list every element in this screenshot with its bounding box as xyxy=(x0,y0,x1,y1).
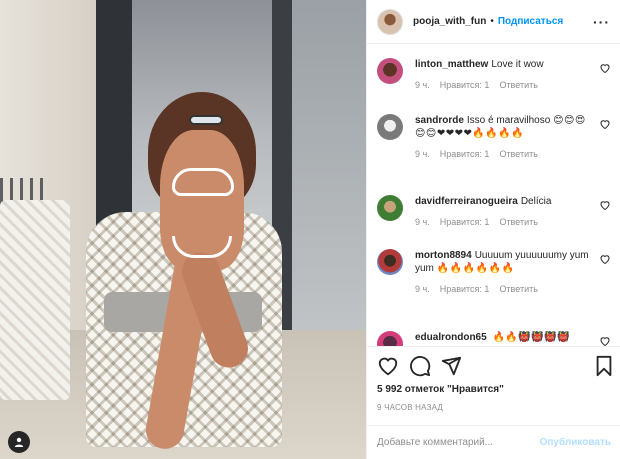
person-icon xyxy=(14,437,24,447)
like-comment-heart-icon[interactable] xyxy=(599,118,611,130)
comment-body: davidferreiranogueira Delícia xyxy=(415,195,593,208)
comment-input[interactable] xyxy=(377,437,540,448)
photo-wicker-table xyxy=(0,200,70,400)
comment-username[interactable]: linton_matthew xyxy=(415,59,488,70)
comment-likes[interactable]: Нравится: 1 xyxy=(440,217,490,227)
commenter-avatar[interactable] xyxy=(377,331,403,346)
commenter-avatar[interactable] xyxy=(377,114,403,140)
reply-button[interactable]: Ответить xyxy=(499,284,537,294)
follow-button[interactable]: Подписаться xyxy=(498,16,563,27)
comment-likes[interactable]: Нравится: 1 xyxy=(440,284,490,294)
like-comment-heart-icon[interactable] xyxy=(599,199,611,211)
like-comment-heart-icon[interactable] xyxy=(599,253,611,265)
comment-text: Isso é maravilhoso xyxy=(466,115,551,126)
comment-emoji: 🔥🔥🔥🔥🔥🔥 xyxy=(436,263,515,274)
photo-sunglasses xyxy=(189,115,223,125)
comment-meta: 9 ч. Нравится: 1 Ответить xyxy=(415,217,613,227)
heart-icon[interactable] xyxy=(377,355,399,377)
comment-likes[interactable]: Нравится: 1 xyxy=(440,80,490,90)
comment-emoji: 🔥🔥👹👹👹👹 xyxy=(492,332,571,343)
like-comment-heart-icon[interactable] xyxy=(599,335,611,346)
comment-item: sandrorde Isso é maravilhoso 😊😊😍😊😊❤❤❤❤🔥🔥🔥… xyxy=(377,114,613,159)
comment-time: 9 ч. xyxy=(415,80,430,90)
comment-body: linton_matthew Love it wow xyxy=(415,58,593,71)
comment-item: edualrondon65 🔥🔥👹👹👹👹 xyxy=(377,331,613,346)
comment-item: linton_matthew Love it wow 9 ч. Нравится:… xyxy=(377,58,613,90)
publish-button[interactable]: Опубликовать xyxy=(540,437,611,448)
reply-button[interactable]: Ответить xyxy=(499,149,537,159)
action-icons-bar xyxy=(377,355,613,379)
post-timestamp: 9 ЧАСОВ НАЗАД xyxy=(377,403,444,412)
comment-username[interactable]: morton8894 xyxy=(415,250,472,261)
commenter-avatar[interactable] xyxy=(377,58,403,84)
commenter-avatar[interactable] xyxy=(377,195,403,221)
comment-item: morton8894 Uuuuum yuuuuuumy yum yum 🔥🔥🔥🔥🔥… xyxy=(377,249,613,294)
comment-time: 9 ч. xyxy=(415,284,430,294)
user-tag-button[interactable] xyxy=(8,431,30,453)
header-separator: • xyxy=(490,16,494,27)
photo-swimsuit-top xyxy=(172,168,234,196)
comment-meta: 9 ч. Нравится: 1 Ответить xyxy=(415,80,613,90)
comment-time: 9 ч. xyxy=(415,149,430,159)
comment-username[interactable]: edualrondon65 xyxy=(415,332,487,343)
comment-meta: 9 ч. Нравится: 1 Ответить xyxy=(415,149,613,159)
more-options-icon[interactable]: ··· xyxy=(593,14,610,30)
comment-username[interactable]: davidferreiranogueira xyxy=(415,196,518,207)
comment-text: Love it wow xyxy=(491,59,544,70)
bookmark-icon[interactable] xyxy=(593,355,615,377)
comment-meta: 9 ч. Нравится: 1 Ответить xyxy=(415,284,613,294)
likes-count[interactable]: 5 992 отметок "Нравится" xyxy=(377,384,504,395)
comment-body: edualrondon65 🔥🔥👹👹👹👹 xyxy=(415,331,593,344)
comment-likes[interactable]: Нравится: 1 xyxy=(440,149,490,159)
comments-list[interactable]: linton_matthew Love it wow 9 ч. Нравится:… xyxy=(367,44,620,346)
reply-button[interactable]: Ответить xyxy=(499,217,537,227)
comment-icon[interactable] xyxy=(409,355,431,377)
comment-body: sandrorde Isso é maravilhoso 😊😊😍😊😊❤❤❤❤🔥🔥🔥… xyxy=(415,114,593,140)
author-avatar[interactable] xyxy=(377,8,403,35)
like-comment-heart-icon[interactable] xyxy=(599,62,611,74)
share-icon[interactable] xyxy=(440,355,462,377)
post-side-panel: pooja_with_fun • Подписаться ··· linton_… xyxy=(366,0,620,459)
comment-body: morton8894 Uuuuum yuuuuuumy yum yum 🔥🔥🔥🔥🔥… xyxy=(415,249,593,275)
post-header: pooja_with_fun • Подписаться ··· xyxy=(367,0,620,44)
author-username[interactable]: pooja_with_fun xyxy=(413,16,486,27)
reply-button[interactable]: Ответить xyxy=(499,80,537,90)
post-photo[interactable] xyxy=(0,0,366,459)
comment-text: Delícia xyxy=(520,196,552,207)
commenter-avatar[interactable] xyxy=(377,249,403,275)
comment-username[interactable]: sandrorde xyxy=(415,115,464,126)
add-comment-bar: Опубликовать xyxy=(367,425,620,459)
comment-item: davidferreiranogueira Delícia 9 ч. Нравит… xyxy=(377,195,613,227)
comment-time: 9 ч. xyxy=(415,217,430,227)
